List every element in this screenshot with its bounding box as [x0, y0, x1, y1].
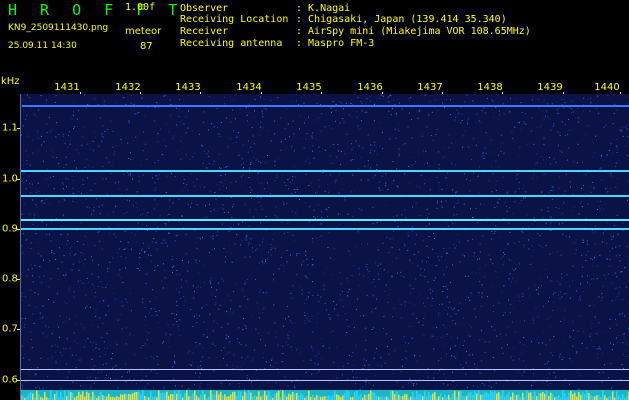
meteor-label: meteor	[125, 26, 162, 37]
x-tick-label: 1437	[417, 82, 443, 93]
app-title: H R O F F T	[8, 1, 185, 19]
x-tick-label: 1432	[115, 82, 141, 93]
x-tick-label: 1433	[175, 82, 201, 93]
x-tick-label: 1440	[594, 82, 620, 93]
observer-key: Observer	[180, 3, 229, 14]
x-tick-label: 1438	[477, 82, 503, 93]
y-tick-label: 0.9	[2, 223, 18, 235]
x-tick-label: 1431	[54, 82, 80, 93]
version-label: 1.00f	[125, 2, 156, 13]
y-tick-label: 1.1	[2, 122, 18, 134]
bottom-edge-band	[20, 390, 629, 400]
observer-value: : K.Nagai	[296, 3, 351, 14]
y-tick-label: 0.6	[2, 374, 18, 386]
meteor-count: 87	[140, 41, 153, 52]
y-axis-unit: kHz	[1, 76, 20, 87]
x-tick-label: 1436	[357, 82, 383, 93]
receiver-key: Receiver	[180, 26, 229, 37]
y-tick-label: 0.7	[2, 323, 18, 335]
x-tick-label: 1439	[537, 82, 563, 93]
header-panel: H R O F F T 1.00f KN9_2509111430.png met…	[0, 0, 629, 78]
y-tick-label: 0.8	[2, 273, 18, 285]
location-value: : Chigasaki, Japan (139.414 35.340)	[296, 14, 507, 25]
datetime-label: 25.09.11 14:30	[8, 41, 77, 51]
location-key: Receiving Location	[180, 14, 289, 25]
x-tick-label: 1435	[296, 82, 322, 93]
receiver-value: : AirSpy mini (Miakejima VOR 108.65MHz)	[296, 26, 531, 37]
x-tick-label: 1434	[236, 82, 262, 93]
antenna-key: Receiving antenna	[180, 38, 283, 49]
y-tick-label: 1.0	[2, 173, 18, 185]
filename-label: KN9_2509111430.png	[8, 23, 109, 33]
y-axis-line	[20, 94, 21, 400]
antenna-value: : Maspro FM-3	[296, 38, 375, 49]
spectrogram-area	[20, 94, 629, 400]
